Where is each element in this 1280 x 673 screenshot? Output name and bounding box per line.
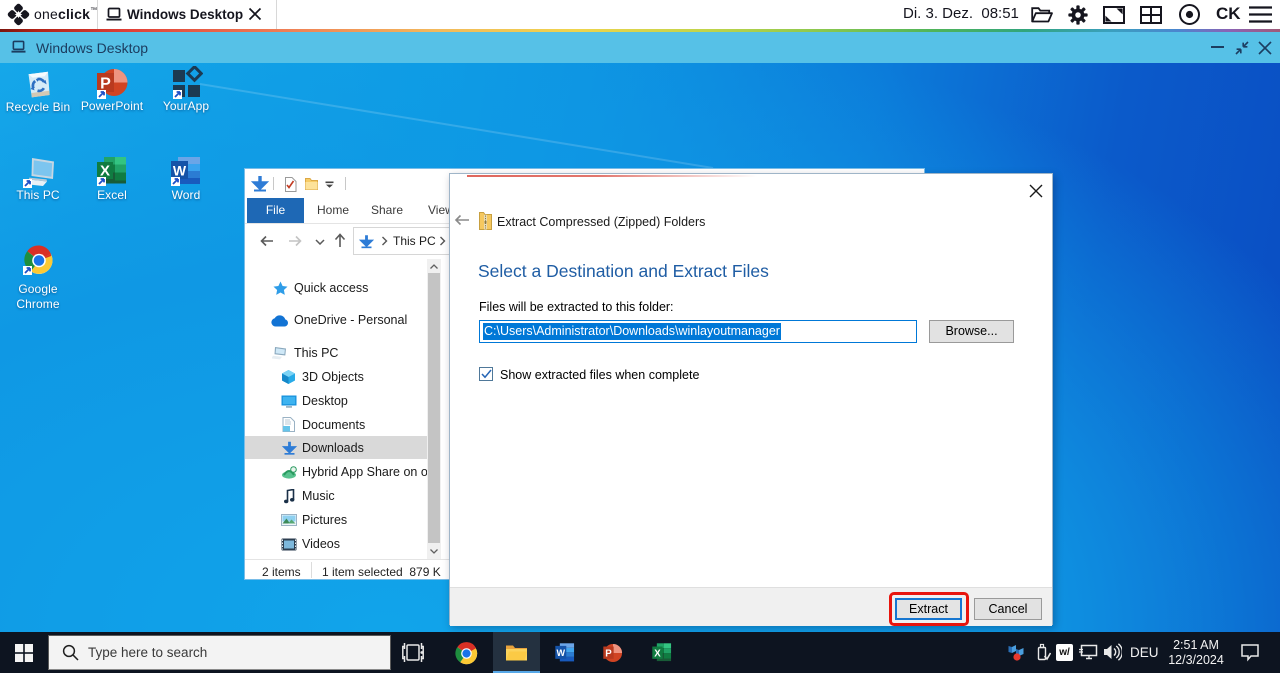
svg-text:X: X <box>654 649 661 660</box>
svg-text:P: P <box>100 76 111 93</box>
svg-text:P: P <box>605 649 612 660</box>
svg-text:X: X <box>100 163 110 180</box>
svg-text:W: W <box>557 648 566 658</box>
svg-text:W: W <box>173 163 187 179</box>
